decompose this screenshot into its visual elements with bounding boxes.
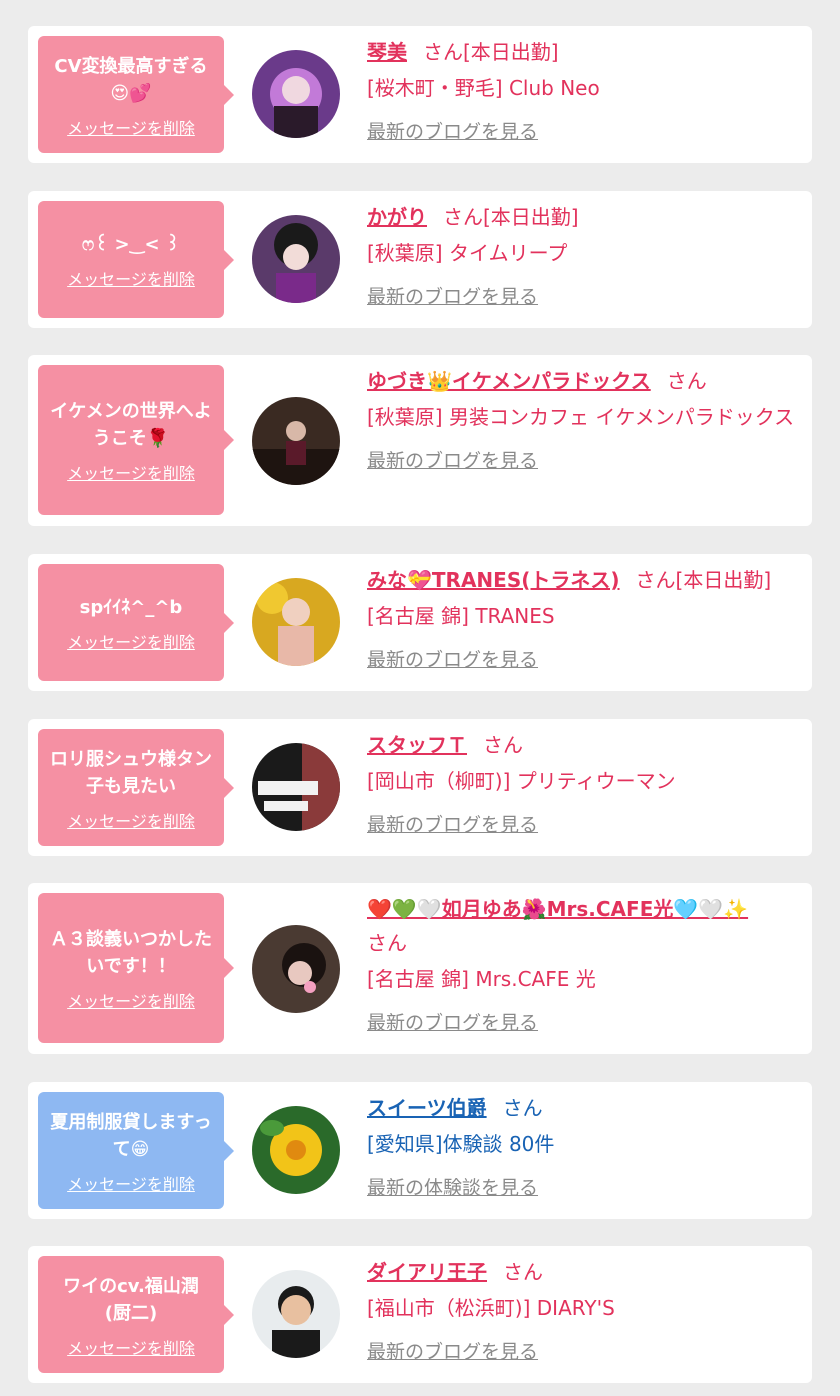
delete-message-link[interactable]: メッセージを削除 xyxy=(67,988,195,1012)
user-info: みな💝TRANES(トラネス) さん[本日出勤] [名古屋 錦] TRANES 最… xyxy=(367,563,800,672)
avatar[interactable] xyxy=(252,743,340,831)
list-item: Ａ３談義いつかしたいです！！ メッセージを削除 ❤️💚🤍如月ゆあ🌺Mrs.CAF… xyxy=(28,883,812,1054)
latest-blog-link[interactable]: 最新のブログを見る xyxy=(367,282,538,309)
name-line: スタッフＴ さん xyxy=(367,728,800,762)
shop-info: [名古屋 錦] Mrs.CAFE 光 xyxy=(367,967,596,991)
avatar[interactable] xyxy=(252,1270,340,1358)
message-bubble: イケメンの世界へようこそ🌹 メッセージを削除 xyxy=(38,365,234,515)
list-item: イケメンの世界へようこそ🌹 メッセージを削除 ゆづき👑イケメンパラドックス さん … xyxy=(28,355,812,526)
message-text: ෆ꒰ >‿< ꒱ xyxy=(82,234,180,255)
user-name-link[interactable]: 琴美 xyxy=(367,40,407,64)
user-info: スイーツ伯爵 さん [愛知県]体験談 80件 最新の体験談を見る xyxy=(367,1091,800,1200)
delete-message-link[interactable]: メッセージを削除 xyxy=(67,1335,195,1359)
latest-blog-link[interactable]: 最新のブログを見る xyxy=(367,446,538,473)
shop-info: [名古屋 錦] TRANES xyxy=(367,604,555,628)
user-name-link[interactable]: かがり xyxy=(367,205,427,229)
name-line: スイーツ伯爵 さん xyxy=(367,1091,800,1125)
list-item: CV変換最高すぎる 😍💕 メッセージを削除 琴美 さん[本日出勤] [桜木町・野毛… xyxy=(28,26,812,163)
delete-message-link[interactable]: メッセージを削除 xyxy=(67,460,195,484)
honorific: さん[本日出勤] xyxy=(635,568,772,592)
name-line: みな💝TRANES(トラネス) さん[本日出勤] xyxy=(367,563,800,597)
delete-message-link[interactable]: メッセージを削除 xyxy=(67,1171,195,1195)
latest-blog-link[interactable]: 最新のブログを見る xyxy=(367,117,538,144)
message-list: CV変換最高すぎる 😍💕 メッセージを削除 琴美 さん[本日出勤] [桜木町・野毛… xyxy=(0,0,840,1396)
message-bubble: Ａ３談義いつかしたいです！！ メッセージを削除 xyxy=(38,893,234,1043)
message-text: ロリ服シュウ様タン子も見たい xyxy=(50,748,212,797)
list-item: spｲｲﾈ^_^b メッセージを削除 みな💝TRANES(トラネス) さん[本日出… xyxy=(28,554,812,691)
list-item: 夏用制服貸しますって😁 メッセージを削除 スイーツ伯爵 さん [愛知県]体験談 8… xyxy=(28,1082,812,1219)
name-line: かがり さん[本日出勤] xyxy=(367,200,800,234)
shop-info: [秋葉原] タイムリープ xyxy=(367,241,568,265)
name-line: ❤️💚🤍如月ゆあ🌺Mrs.CAFE光🩵🤍✨ さん xyxy=(367,892,800,960)
latest-blog-link[interactable]: 最新のブログを見る xyxy=(367,645,538,672)
delete-message-link[interactable]: メッセージを削除 xyxy=(67,266,195,290)
honorific: さん xyxy=(367,931,407,955)
user-info: 琴美 さん[本日出勤] [桜木町・野毛] Club Neo 最新のブログを見る xyxy=(367,35,800,144)
delete-message-link[interactable]: メッセージを削除 xyxy=(67,115,195,139)
user-info: かがり さん[本日出勤] [秋葉原] タイムリープ 最新のブログを見る xyxy=(367,200,800,309)
avatar[interactable] xyxy=(252,578,340,666)
message-text: ワイのcv.福山潤 (厨二) xyxy=(63,1275,199,1324)
delete-message-link[interactable]: メッセージを削除 xyxy=(67,808,195,832)
message-text: CV変換最高すぎる 😍💕 xyxy=(54,55,208,104)
avatar[interactable] xyxy=(252,397,340,485)
message-bubble: ෆ꒰ >‿< ꒱ メッセージを削除 xyxy=(38,201,234,318)
avatar[interactable] xyxy=(252,50,340,138)
message-bubble: 夏用制服貸しますって😁 メッセージを削除 xyxy=(38,1092,234,1209)
user-name-link[interactable]: みな💝TRANES(トラネス) xyxy=(367,568,620,592)
honorific: さん[本日出勤] xyxy=(423,40,559,64)
user-info: ダイアリ王子 さん [福山市（松浜町)] DIARY'S 最新のブログを見る xyxy=(367,1255,800,1364)
message-bubble: CV変換最高すぎる 😍💕 メッセージを削除 xyxy=(38,36,234,153)
name-line: 琴美 さん[本日出勤] xyxy=(367,35,800,69)
user-info: ❤️💚🤍如月ゆあ🌺Mrs.CAFE光🩵🤍✨ さん [名古屋 錦] Mrs.CAFE… xyxy=(367,892,800,1035)
name-line: ゆづき👑イケメンパラドックス さん xyxy=(367,364,800,398)
name-line: ダイアリ王子 さん xyxy=(367,1255,800,1289)
user-info: スタッフＴ さん [岡山市（柳町)] プリティウーマン 最新のブログを見る xyxy=(367,728,800,837)
user-name-link[interactable]: ゆづき👑イケメンパラドックス xyxy=(367,369,651,393)
message-text: Ａ３談義いつかしたいです！！ xyxy=(50,929,212,977)
latest-review-link[interactable]: 最新の体験談を見る xyxy=(367,1173,538,1200)
message-bubble: spｲｲﾈ^_^b メッセージを削除 xyxy=(38,564,234,681)
honorific: さん xyxy=(503,1260,543,1284)
shop-info: [福山市（松浜町)] DIARY'S xyxy=(367,1296,615,1320)
user-name-link[interactable]: スイーツ伯爵 xyxy=(367,1096,487,1120)
honorific: さん xyxy=(502,1096,543,1120)
list-item: ロリ服シュウ様タン子も見たい メッセージを削除 スタッフＴ さん [岡山市（柳町)… xyxy=(28,719,812,856)
latest-blog-link[interactable]: 最新のブログを見る xyxy=(367,810,538,837)
shop-info: [愛知県]体験談 80件 xyxy=(367,1132,555,1156)
user-name-link[interactable]: スタッフＴ xyxy=(367,733,467,757)
shop-info: [桜木町・野毛] Club Neo xyxy=(367,76,600,100)
message-text: 夏用制服貸しますって😁 xyxy=(50,1111,212,1160)
message-bubble: ワイのcv.福山潤 (厨二) メッセージを削除 xyxy=(38,1256,234,1373)
shop-info: [秋葉原] 男装コンカフェ イケメンパラドックス xyxy=(367,405,795,429)
list-item: ワイのcv.福山潤 (厨二) メッセージを削除 ダイアリ王子 さん [福山市（松浜… xyxy=(28,1246,812,1383)
message-text: spｲｲﾈ^_^b xyxy=(79,597,183,618)
honorific: さん[本日出勤] xyxy=(443,205,579,229)
honorific: さん xyxy=(483,733,523,757)
message-bubble: ロリ服シュウ様タン子も見たい メッセージを削除 xyxy=(38,729,234,846)
honorific: さん xyxy=(666,369,707,393)
message-text: イケメンの世界へようこそ🌹 xyxy=(50,401,212,449)
user-info: ゆづき👑イケメンパラドックス さん [秋葉原] 男装コンカフェ イケメンパラドック… xyxy=(367,364,800,473)
delete-message-link[interactable]: メッセージを削除 xyxy=(67,629,195,653)
shop-info: [岡山市（柳町)] プリティウーマン xyxy=(367,769,676,793)
avatar[interactable] xyxy=(252,215,340,303)
user-name-link[interactable]: ❤️💚🤍如月ゆあ🌺Mrs.CAFE光🩵🤍✨ xyxy=(367,897,748,921)
list-item: ෆ꒰ >‿< ꒱ メッセージを削除 かがり さん[本日出勤] [秋葉原] タイムリ… xyxy=(28,191,812,328)
latest-blog-link[interactable]: 最新のブログを見る xyxy=(367,1337,538,1364)
avatar[interactable] xyxy=(252,1106,340,1194)
user-name-link[interactable]: ダイアリ王子 xyxy=(367,1260,487,1284)
latest-blog-link[interactable]: 最新のブログを見る xyxy=(367,1008,538,1035)
avatar[interactable] xyxy=(252,925,340,1013)
